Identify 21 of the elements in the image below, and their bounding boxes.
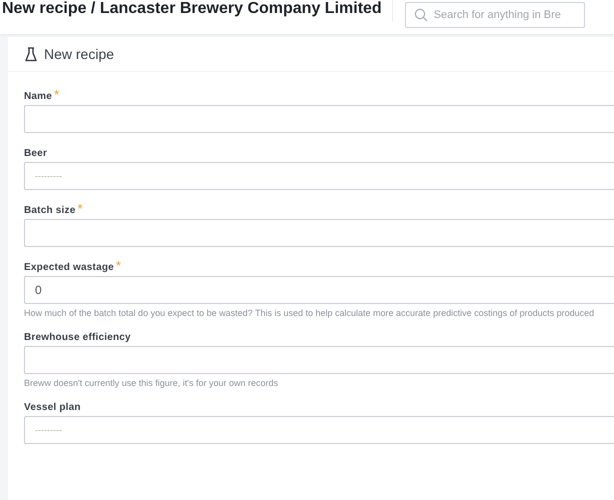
help-text: Breww doesn't currently use this figure, it's for your own records <box>24 378 280 388</box>
select-field[interactable]: --------- <box>24 416 614 444</box>
field-label: Batch size <box>24 205 76 216</box>
select-field[interactable]: --------- <box>24 162 614 190</box>
required-mark: * <box>116 259 121 272</box>
card-title: New recipe <box>44 46 114 62</box>
input-field[interactable] <box>24 219 614 247</box>
required-mark: * <box>77 202 83 215</box>
field-label: Brewhouse efficiency <box>24 332 131 343</box>
input-field[interactable] <box>24 105 614 133</box>
help-text: How much of the batch total do you expect to be wasted? This is used to help calculate more accurate predictive costings of products produced <box>24 308 596 318</box>
flask-icon <box>25 46 37 62</box>
search-field[interactable]: Search for anything in Bre <box>404 2 585 28</box>
required-mark: * <box>54 88 60 101</box>
page-title: New recipe / Lancaster Brewery Company Limited <box>2 0 382 18</box>
input-field[interactable]: 0 <box>24 276 614 304</box>
input-field[interactable] <box>24 346 614 374</box>
field-label: Name <box>24 91 52 102</box>
field-label: Vessel plan <box>24 402 81 413</box>
field-label: Beer <box>24 148 48 159</box>
field-label: Expected wastage <box>24 262 114 273</box>
